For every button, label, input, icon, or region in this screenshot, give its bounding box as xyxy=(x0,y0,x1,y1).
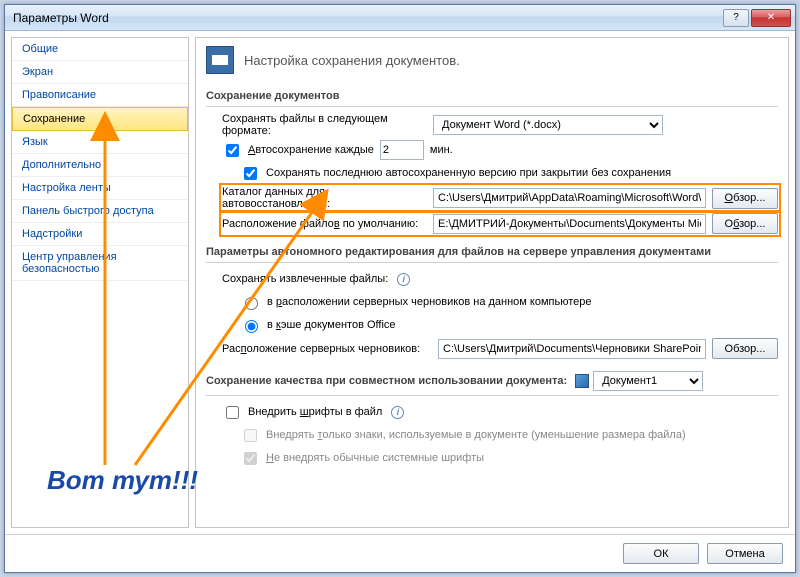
titlebar-text: Параметры Word xyxy=(13,11,721,25)
no-system-fonts-label: Не внедрять обычные системные шрифты xyxy=(266,452,484,464)
close-button[interactable]: ✕ xyxy=(751,9,791,27)
cancel-button[interactable]: Отмена xyxy=(707,543,783,564)
sidebar-item-language[interactable]: Язык xyxy=(12,131,188,154)
autorecover-dir-input[interactable] xyxy=(433,188,706,208)
save-icon xyxy=(206,46,234,74)
category-sidebar: Общие Экран Правописание Сохранение Язык… xyxy=(11,37,189,528)
info-icon[interactable]: i xyxy=(391,406,404,419)
autosave-minutes[interactable] xyxy=(380,140,424,160)
autosave-label: Автосохранение каждые xyxy=(248,144,374,156)
autorecover-dir-label: Каталог данных для автовосстановления: xyxy=(222,186,427,210)
sidebar-item-display[interactable]: Экран xyxy=(12,61,188,84)
no-system-fonts-checkbox xyxy=(244,452,257,465)
autosave-unit: мин. xyxy=(430,144,453,156)
format-label: Сохранять файлы в следующем формате: xyxy=(222,113,427,137)
default-location-input[interactable] xyxy=(433,214,706,234)
sidebar-item-advanced[interactable]: Дополнительно xyxy=(12,154,188,177)
default-location-browse-button[interactable]: Обзор... xyxy=(712,213,778,234)
embed-fonts-checkbox[interactable] xyxy=(226,406,239,419)
embed-used-only-label: Внедрять только знаки, используемые в до… xyxy=(266,429,686,441)
sidebar-item-qat[interactable]: Панель быстрого доступа xyxy=(12,200,188,223)
sidebar-item-trustcenter[interactable]: Центр управления безопасностью xyxy=(12,246,188,281)
save-checked-out-label: Сохранять извлеченные файлы: xyxy=(222,273,388,285)
sidebar-item-proofing[interactable]: Правописание xyxy=(12,84,188,107)
drafts-browse-button[interactable]: Обзор... xyxy=(712,338,778,359)
sidebar-item-general[interactable]: Общие xyxy=(12,38,188,61)
dialog-footer: ОК Отмена xyxy=(5,534,795,572)
keep-last-autosave-checkbox[interactable] xyxy=(244,167,257,180)
section-fidelity-title: Сохранение качества при совместном испол… xyxy=(206,367,778,396)
sidebar-item-ribbon[interactable]: Настройка ленты xyxy=(12,177,188,200)
sidebar-item-save[interactable]: Сохранение xyxy=(12,107,188,131)
drafts-dir-label: Расположение серверных черновиков: xyxy=(222,343,432,355)
radio-office-cache-label: в кэше документов Office xyxy=(267,319,396,331)
radio-office-cache[interactable] xyxy=(245,320,258,333)
sidebar-item-addins[interactable]: Надстройки xyxy=(12,223,188,246)
keep-last-autosave-label: Сохранять последнюю автосохраненную верс… xyxy=(266,167,671,179)
help-button[interactable]: ? xyxy=(723,9,749,27)
document-icon xyxy=(575,374,589,388)
embed-used-only-checkbox xyxy=(244,429,257,442)
drafts-dir-input[interactable] xyxy=(438,339,706,359)
info-icon[interactable]: i xyxy=(397,273,410,286)
autosave-checkbox[interactable] xyxy=(226,144,239,157)
page-header: Настройка сохранения документов. xyxy=(244,53,460,68)
fidelity-document-select[interactable]: Документ1 xyxy=(593,371,703,391)
section-offline-title: Параметры автономного редактирования для… xyxy=(206,242,778,263)
default-location-label: Расположение файлов по умолчанию: xyxy=(222,218,427,230)
autorecover-browse-button[interactable]: Обзор... xyxy=(712,188,778,209)
section-save-title: Сохранение документов xyxy=(206,86,778,107)
radio-server-drafts[interactable] xyxy=(245,297,258,310)
radio-server-drafts-label: в расположении серверных черновиков на д… xyxy=(267,296,592,308)
titlebar[interactable]: Параметры Word ? ✕ xyxy=(5,5,795,31)
file-format-select[interactable]: Документ Word (*.docx) xyxy=(433,115,663,135)
options-dialog: Параметры Word ? ✕ Общие Экран Правописа… xyxy=(4,4,796,573)
ok-button[interactable]: ОК xyxy=(623,543,699,564)
content-panel: Настройка сохранения документов. Сохране… xyxy=(195,37,789,528)
embed-fonts-label: Внедрить шрифты в файл xyxy=(248,406,382,418)
